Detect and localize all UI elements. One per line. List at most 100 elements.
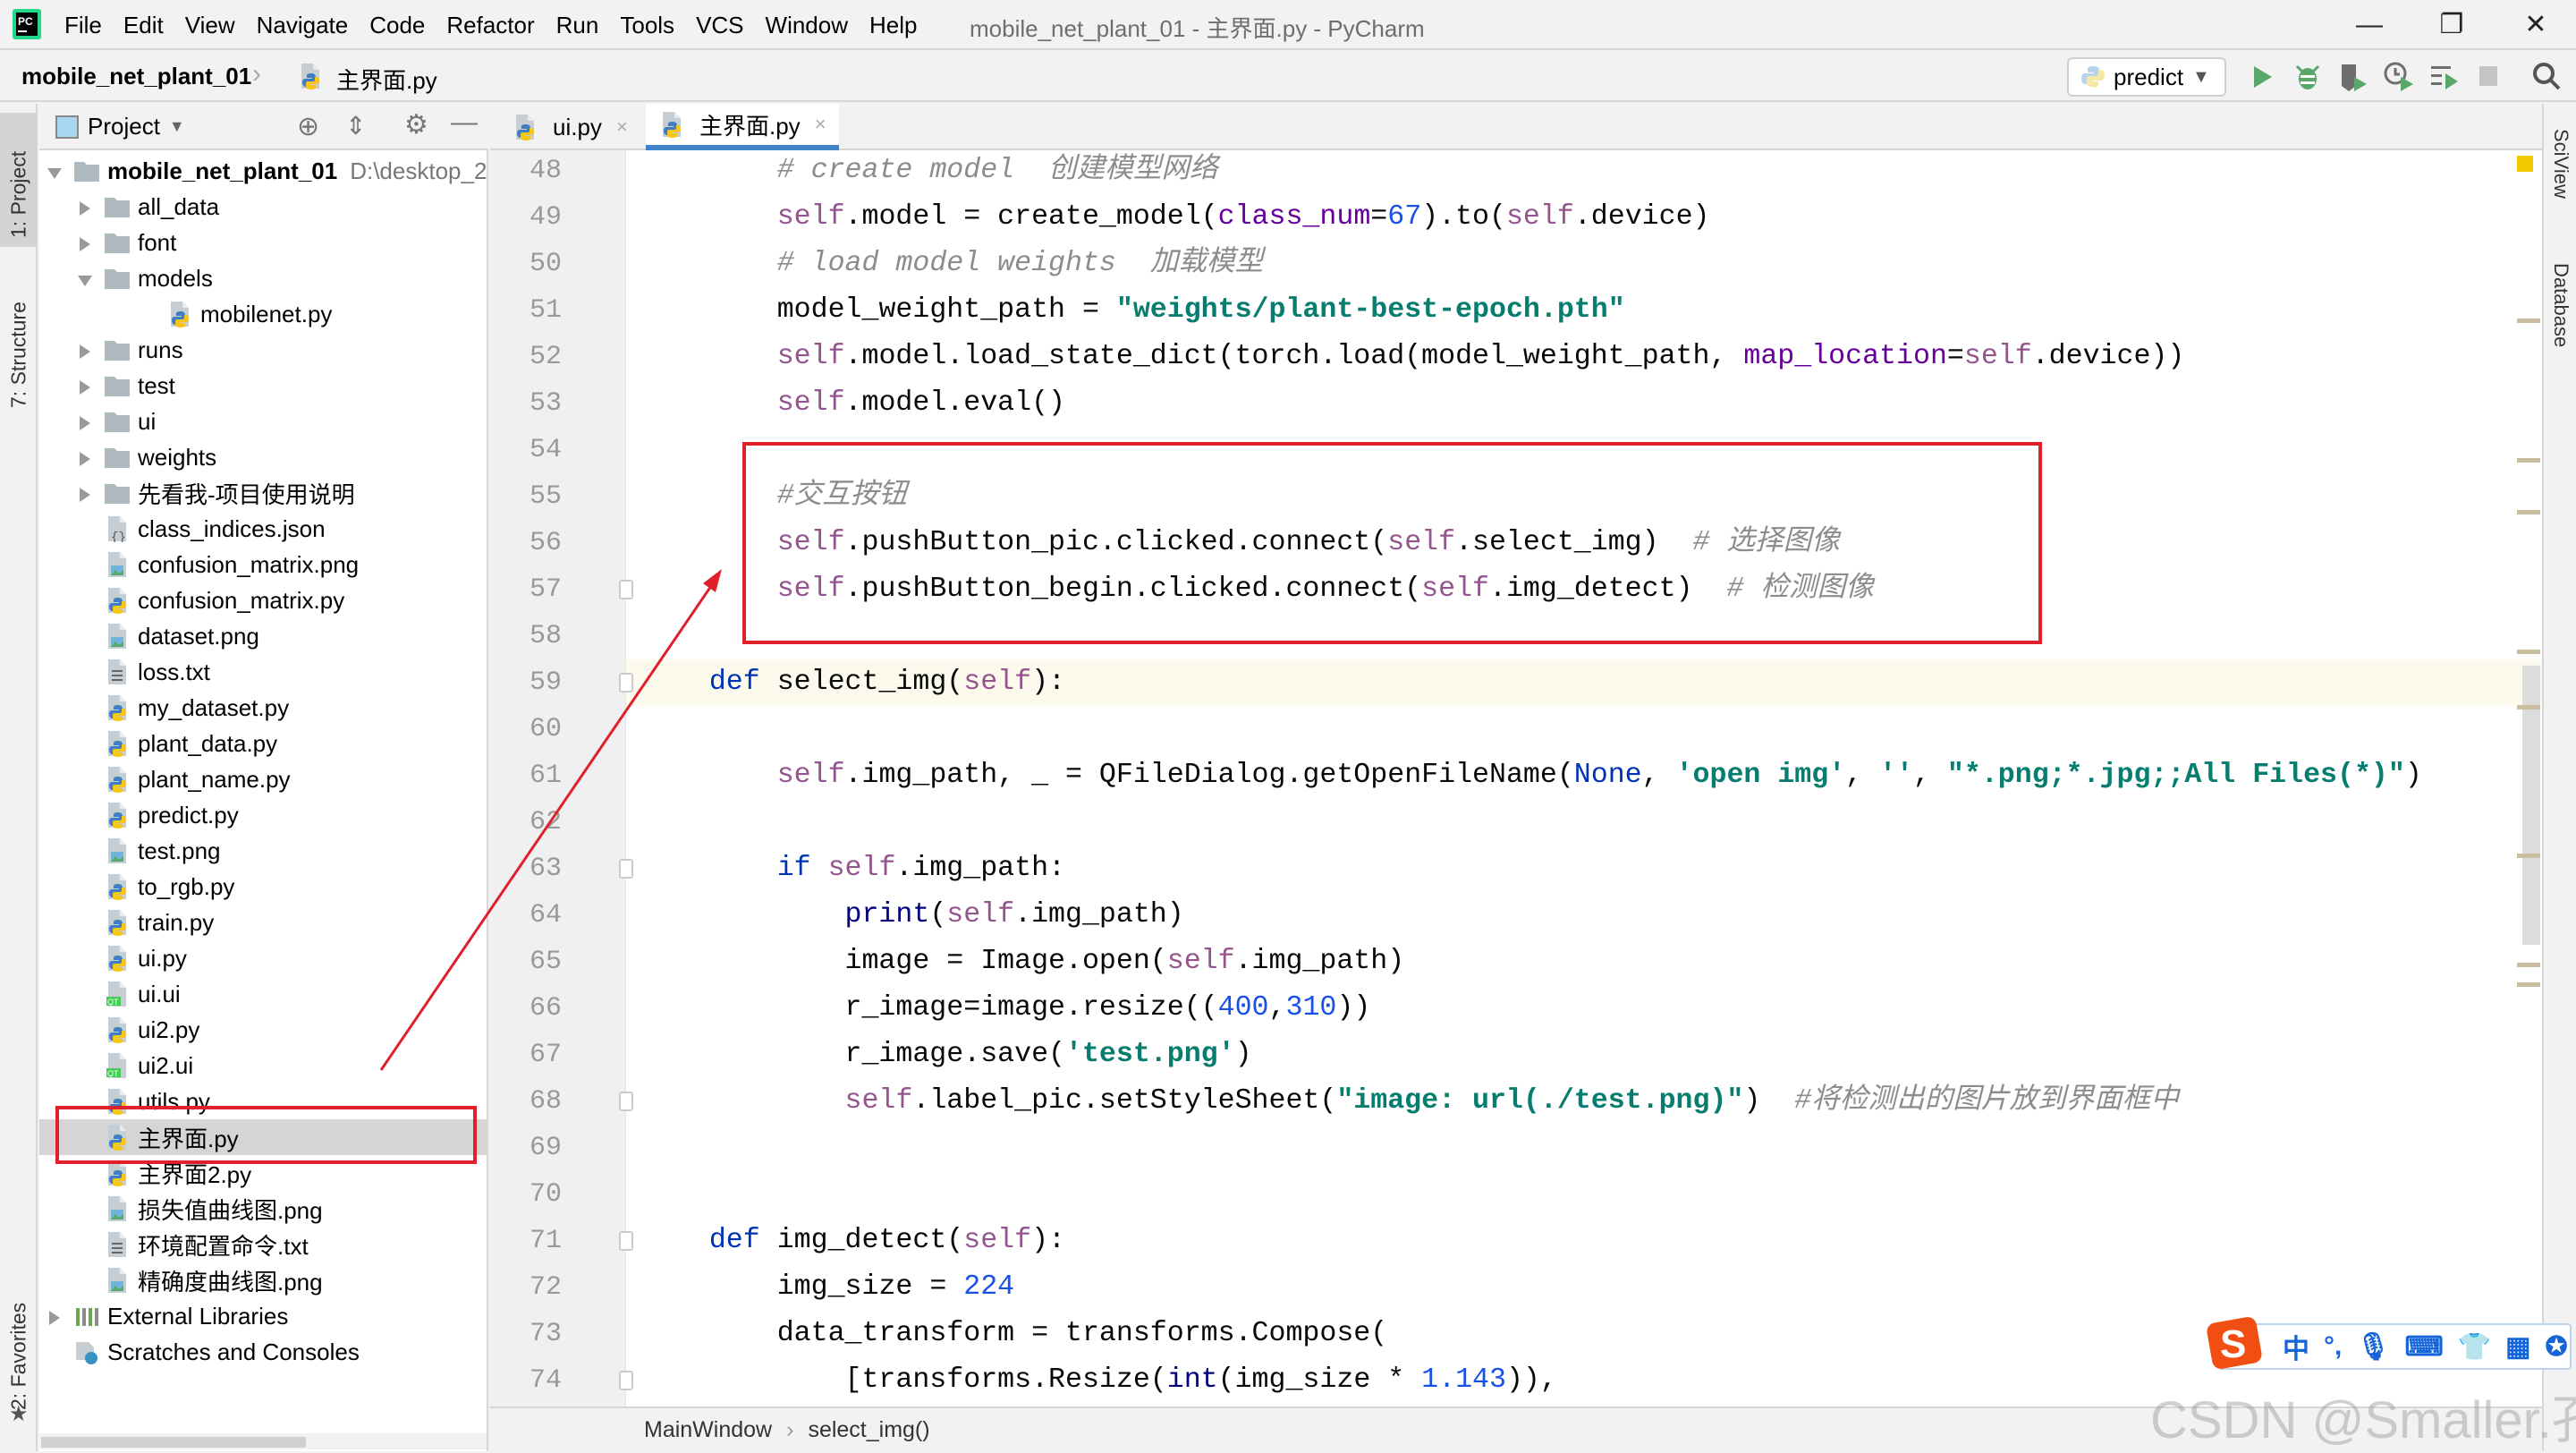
- close-button[interactable]: ✕: [2518, 7, 2554, 43]
- tree-file[interactable]: test.png: [39, 833, 487, 869]
- apps-icon[interactable]: ▦: [2505, 1331, 2530, 1363]
- tool-tab-favorites[interactable]: 2: Favorites: [0, 1285, 38, 1419]
- code-line[interactable]: r_image=image.resize((400,310)): [641, 985, 1371, 1032]
- fold-marker-icon[interactable]: [619, 1231, 633, 1251]
- fold-marker-icon[interactable]: [619, 859, 633, 879]
- collapsed-arrow-icon[interactable]: [75, 340, 95, 360]
- menu-navigate[interactable]: Navigate: [246, 12, 360, 39]
- concurrency-icon[interactable]: [2428, 59, 2463, 95]
- minimize-button[interactable]: —: [2351, 7, 2387, 43]
- run-icon[interactable]: [2243, 59, 2279, 95]
- stop-icon[interactable]: [2472, 59, 2508, 95]
- tree-file[interactable]: confusion_matrix.png: [39, 547, 487, 582]
- menu-run[interactable]: Run: [546, 12, 610, 39]
- tree-file[interactable]: 损失值曲线图.png: [39, 1191, 487, 1227]
- coverage-icon[interactable]: [2334, 59, 2370, 95]
- code-line[interactable]: self.model = create_model(class_num=67).…: [641, 194, 1710, 241]
- code-line[interactable]: print(self.img_path): [641, 892, 1184, 939]
- profile-icon[interactable]: [2381, 59, 2417, 95]
- error-stripe-mark[interactable]: [2517, 319, 2540, 323]
- editor-tab[interactable]: 主界面.py ×: [646, 104, 839, 150]
- tree-folder[interactable]: test: [39, 368, 487, 404]
- tree-folder[interactable]: ui: [39, 404, 487, 439]
- tree-file[interactable]: to_rgb.py: [39, 869, 487, 905]
- expanded-arrow-icon[interactable]: [45, 161, 64, 181]
- tree-folder[interactable]: External Libraries: [39, 1298, 487, 1334]
- restore-button[interactable]: ❐: [2434, 7, 2470, 43]
- debug-icon[interactable]: [2290, 59, 2326, 95]
- gear-icon[interactable]: ⚙: [404, 109, 428, 140]
- error-stripe-mark[interactable]: [2517, 458, 2540, 463]
- project-view-select[interactable]: Project ▼: [55, 113, 185, 140]
- code-line[interactable]: data_transform = transforms.Compose(: [641, 1311, 1388, 1357]
- code-line[interactable]: # load model weights 加载模型: [641, 241, 1263, 287]
- scrollbar-thumb[interactable]: [41, 1437, 306, 1448]
- search-icon[interactable]: [2529, 59, 2565, 95]
- tree-folder[interactable]: models: [39, 260, 487, 296]
- collapsed-arrow-icon[interactable]: [75, 233, 95, 252]
- code-line[interactable]: self.img_path, _ = QFileDialog.getOpenFi…: [641, 752, 2422, 799]
- tree-file[interactable]: loss.txt: [39, 654, 487, 690]
- tree-file[interactable]: QT ui.ui: [39, 976, 487, 1012]
- error-stripe-mark[interactable]: [2517, 963, 2540, 967]
- tree-file[interactable]: mobilenet.py: [39, 296, 487, 332]
- tree-file[interactable]: my_dataset.py: [39, 690, 487, 726]
- code-line[interactable]: image = Image.open(self.img_path): [641, 939, 1405, 985]
- code-breadcrumb-item[interactable]: MainWindow: [644, 1417, 772, 1443]
- tree-file[interactable]: dataset.png: [39, 618, 487, 654]
- tree-file[interactable]: predict.py: [39, 797, 487, 833]
- tree-folder[interactable]: weights: [39, 439, 487, 475]
- ime-punct-label[interactable]: °,: [2324, 1331, 2342, 1362]
- menu-vcs[interactable]: VCS: [685, 12, 754, 39]
- close-tab-icon[interactable]: ×: [616, 115, 628, 139]
- code-line[interactable]: model_weight_path = "weights/plant-best-…: [641, 287, 1625, 334]
- close-tab-icon[interactable]: ×: [815, 113, 826, 136]
- menu-help[interactable]: Help: [859, 12, 928, 39]
- collapsed-arrow-icon[interactable]: [75, 376, 95, 395]
- collapsed-arrow-icon[interactable]: [75, 197, 95, 217]
- collapse-all-icon[interactable]: ⇕: [345, 111, 366, 140]
- breadcrumb-file[interactable]: 主界面.py: [297, 63, 437, 96]
- tree-file[interactable]: QT ui2.ui: [39, 1048, 487, 1083]
- code-line[interactable]: [transforms.Resize(int(img_size * 1.143)…: [641, 1357, 1557, 1404]
- code-line[interactable]: self.model.load_state_dict(torch.load(mo…: [641, 334, 2185, 380]
- tool-tab-project[interactable]: 1: Project: [0, 113, 38, 247]
- tree-folder[interactable]: mobile_net_plant_01 D:\desktop_2\: [39, 153, 487, 189]
- code-line[interactable]: self.model.eval(): [641, 380, 1065, 427]
- collapsed-arrow-icon[interactable]: [75, 412, 95, 431]
- menu-tools[interactable]: Tools: [609, 12, 685, 39]
- tree-file[interactable]: confusion_matrix.py: [39, 582, 487, 618]
- tree-file[interactable]: ui.py: [39, 940, 487, 976]
- tree-file[interactable]: 环境配置命令.txt: [39, 1227, 487, 1262]
- error-stripe-mark[interactable]: [2517, 705, 2540, 710]
- code-line[interactable]: if self.img_path:: [641, 845, 1065, 892]
- tree-file[interactable]: train.py: [39, 905, 487, 940]
- tree-file[interactable]: plant_name.py: [39, 761, 487, 797]
- code-line[interactable]: def img_detect(self):: [641, 1218, 1065, 1264]
- code-line[interactable]: r_image.save('test.png'): [641, 1032, 1252, 1078]
- horizontal-scrollbar[interactable]: [39, 1433, 487, 1449]
- collapsed-arrow-icon[interactable]: [75, 447, 95, 467]
- error-stripe-mark[interactable]: [2517, 650, 2540, 654]
- hide-icon[interactable]: —: [451, 107, 478, 138]
- inspection-status-icon[interactable]: [2517, 156, 2533, 172]
- microphone-icon[interactable]: 🎙: [2356, 1331, 2390, 1363]
- skin-icon[interactable]: 👕: [2458, 1331, 2491, 1363]
- keyboard-icon[interactable]: ⌨: [2404, 1331, 2443, 1363]
- editor-tab[interactable]: ui.py ×: [499, 104, 640, 150]
- code-editor[interactable]: 48 49 50 51 52 53 54 55 56 57 58 59 60 61 62 63 64 65 66 67…: [490, 150, 2542, 1406]
- error-stripe-mark[interactable]: [2517, 982, 2540, 987]
- fold-marker-icon[interactable]: [619, 673, 633, 693]
- error-stripe-mark[interactable]: [2517, 854, 2540, 858]
- run-configuration-select[interactable]: predict ▼: [2067, 57, 2226, 97]
- tree-file[interactable]: ui2.py: [39, 1012, 487, 1048]
- menu-edit[interactable]: Edit: [113, 12, 174, 39]
- tree-folder[interactable]: runs: [39, 332, 487, 368]
- tree-file[interactable]: Scratches and Consoles: [39, 1334, 487, 1370]
- fold-marker-icon[interactable]: [619, 1092, 633, 1111]
- tree-file[interactable]: {} class_indices.json: [39, 511, 487, 547]
- code-line[interactable]: img_size = 224: [641, 1264, 1014, 1311]
- menu-window[interactable]: Window: [755, 12, 859, 39]
- menu-view[interactable]: View: [174, 12, 246, 39]
- tree-file[interactable]: plant_data.py: [39, 726, 487, 761]
